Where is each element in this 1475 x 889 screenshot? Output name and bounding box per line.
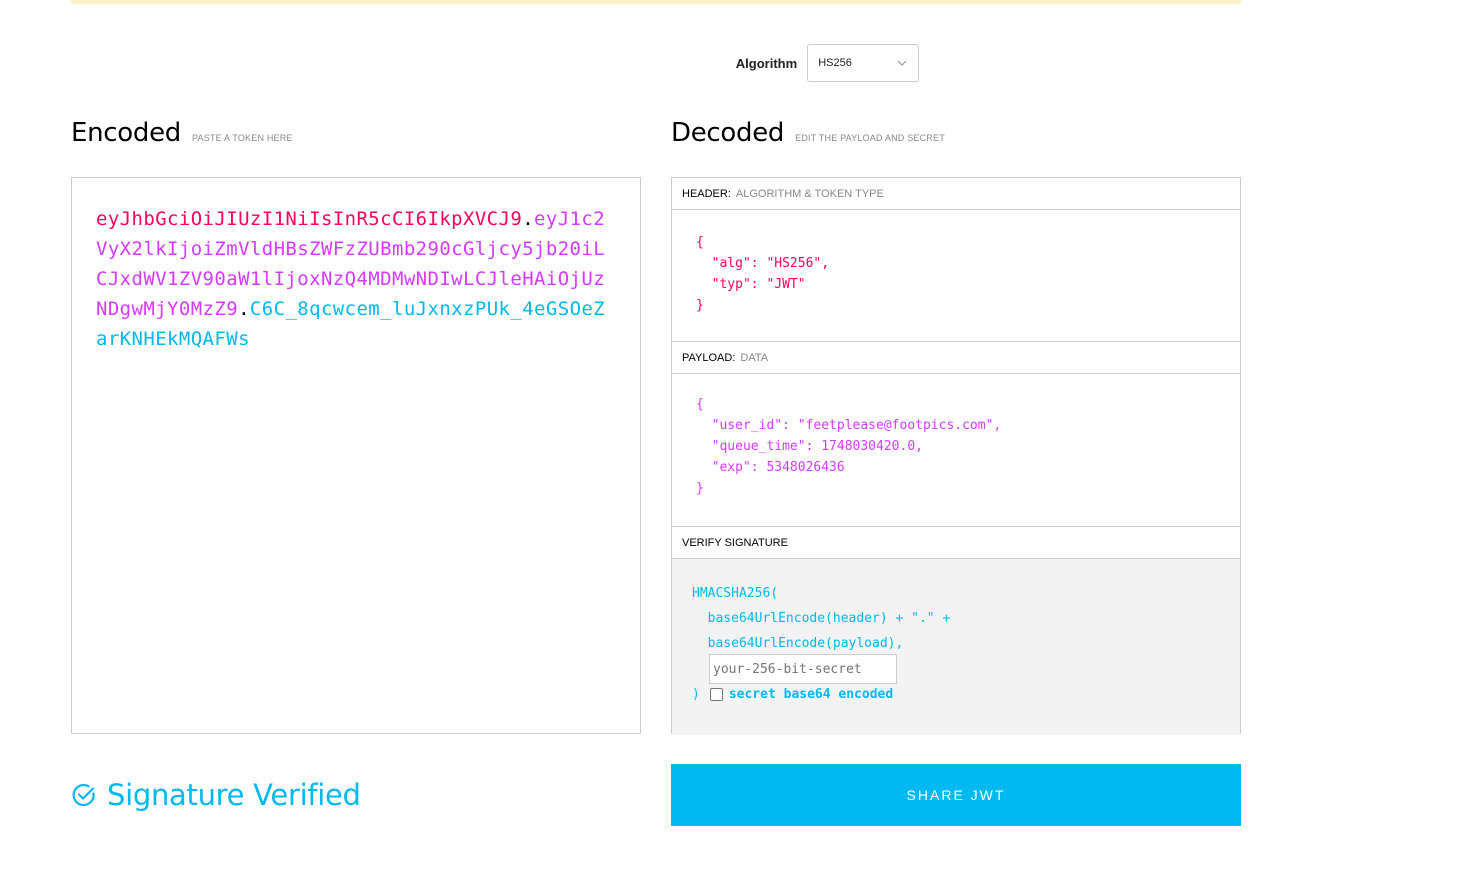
chevron-down-icon — [897, 60, 907, 66]
decoded-title-row: Decoded EDIT THE PAYLOAD AND SECRET — [671, 118, 945, 148]
encoded-title: Encoded — [71, 118, 182, 148]
base64-label: secret base64 encoded — [728, 687, 894, 702]
payload-section-title: PAYLOAD: DATA — [672, 342, 1240, 374]
header-json: { "alg": "HS256", "typ": "JWT" } — [696, 235, 830, 313]
base64-checkbox[interactable] — [709, 688, 723, 701]
header-section-title: HEADER: ALGORITHM & TOKEN TYPE — [672, 178, 1240, 210]
encoded-token: eyJhbGciOiJIUzI1NiIsInR5cCI6IkpXVCJ9.eyJ… — [96, 204, 616, 354]
header-section-sublabel: ALGORITHM & TOKEN TYPE — [735, 187, 884, 200]
token-dot: . — [522, 208, 535, 230]
verify-signature-body: HMACSHA256( base64UrlEncode(header) + ".… — [672, 559, 1240, 735]
encoded-subtitle: PASTE A TOKEN HERE — [192, 133, 293, 143]
top-banner — [71, 0, 1241, 4]
payload-section-label: PAYLOAD: — [682, 351, 736, 364]
close-paren: ) — [692, 687, 700, 702]
verify-code: HMACSHA256( base64UrlEncode(header) + ".… — [692, 586, 951, 651]
encoded-title-row: Encoded PASTE A TOKEN HERE — [71, 118, 293, 148]
payload-json: { "user_id": "feetplease@footpics.com", … — [696, 397, 1002, 496]
encoded-token-editor[interactable]: eyJhbGciOiJIUzI1NiIsInR5cCI6IkpXVCJ9.eyJ… — [71, 177, 641, 734]
payload-section-sublabel: DATA — [740, 351, 769, 364]
payload-json-editor[interactable]: { "user_id": "feetplease@footpics.com", … — [672, 374, 1240, 527]
share-jwt-button[interactable]: SHARE JWT — [671, 764, 1241, 826]
algorithm-row: Algorithm HS256 — [0, 44, 1475, 82]
token-header-part: eyJhbGciOiJIUzI1NiIsInR5cCI6IkpXVCJ9 — [96, 208, 523, 230]
verify-section-label: VERIFY SIGNATURE — [682, 536, 788, 549]
check-circle-icon — [72, 783, 95, 807]
secret-row: ) secret base64 encoded — [692, 687, 893, 702]
algorithm-label: Algorithm — [735, 55, 798, 71]
decoded-subtitle: EDIT THE PAYLOAD AND SECRET — [795, 133, 945, 143]
header-section-label: HEADER: — [682, 187, 731, 200]
decoded-panel: HEADER: ALGORITHM & TOKEN TYPE { "alg": … — [671, 177, 1241, 735]
algorithm-select[interactable]: HS256 — [807, 44, 920, 82]
algorithm-selected-value: HS256 — [818, 57, 852, 69]
secret-input[interactable] — [709, 654, 897, 684]
signature-status-text: Signature Verified — [107, 778, 361, 812]
token-dot: . — [238, 298, 250, 320]
header-json-editor[interactable]: { "alg": "HS256", "typ": "JWT" } — [672, 210, 1240, 342]
signature-status: Signature Verified — [71, 778, 361, 812]
verify-section-title: VERIFY SIGNATURE — [672, 527, 1240, 559]
decoded-title: Decoded — [671, 118, 785, 148]
